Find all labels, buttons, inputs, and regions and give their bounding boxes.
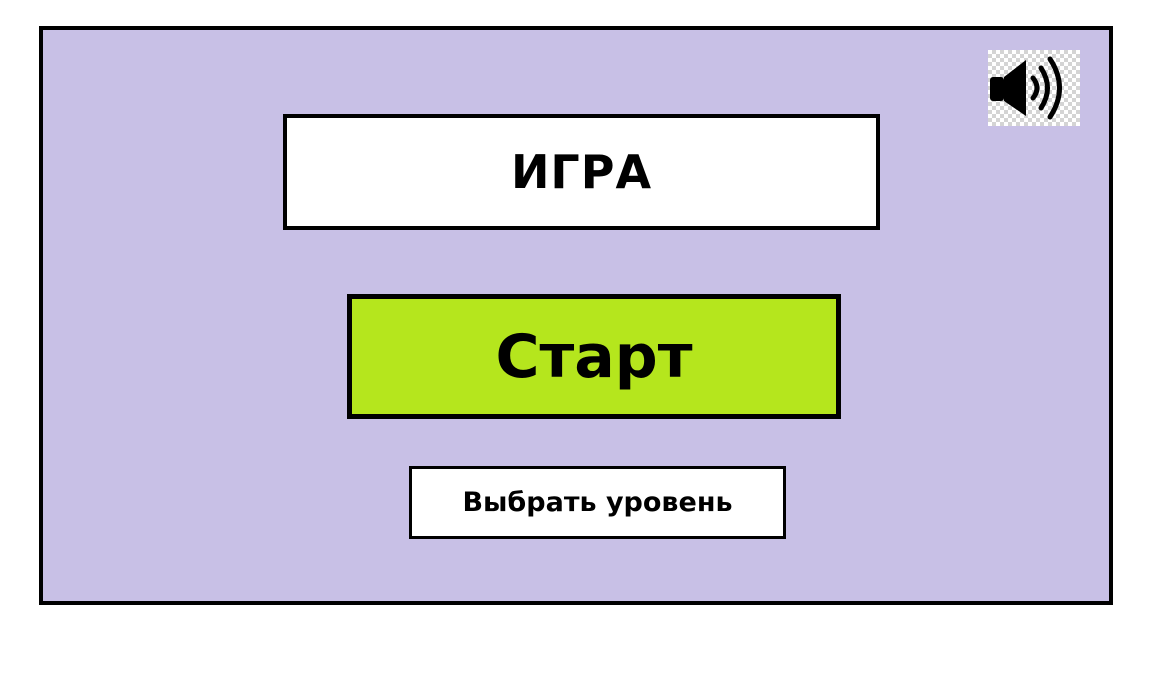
game-menu-frame: ИГРА Старт Выбрать уровень [39, 26, 1113, 605]
sound-toggle-button[interactable] [988, 50, 1080, 126]
start-button[interactable]: Старт [347, 294, 841, 419]
speaker-volume-icon [990, 56, 1062, 120]
select-level-button-label: Выбрать уровень [462, 487, 733, 518]
game-title: ИГРА [510, 145, 653, 199]
game-title-box: ИГРА [283, 114, 880, 230]
start-button-label: Старт [495, 321, 693, 392]
select-level-button[interactable]: Выбрать уровень [409, 466, 786, 539]
